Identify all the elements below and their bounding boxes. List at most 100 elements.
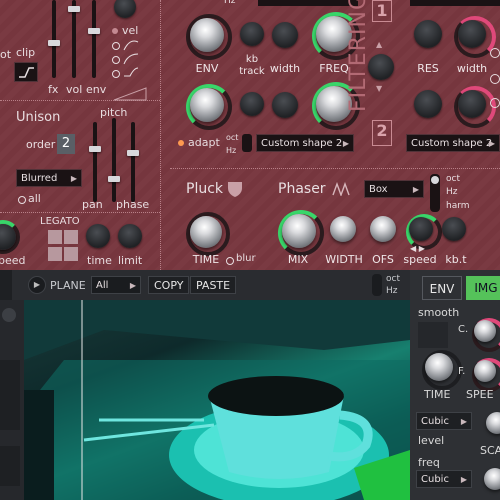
kb-track-knob[interactable] bbox=[240, 22, 264, 46]
filter-shape-dropdown-2[interactable]: Custom shape 2 ▶ bbox=[406, 134, 500, 152]
time-right-label: TIME bbox=[424, 388, 451, 401]
interp-value-2: Cubic bbox=[421, 474, 449, 485]
env-slider-thumb[interactable] bbox=[88, 28, 100, 34]
oct-hz-switch[interactable] bbox=[242, 134, 252, 152]
curve-radio-3[interactable] bbox=[112, 70, 120, 78]
tab-img[interactable]: IMG bbox=[466, 276, 500, 300]
width-2-knob[interactable] bbox=[458, 20, 486, 48]
c-knob[interactable] bbox=[474, 320, 496, 342]
fx-label: fx bbox=[48, 83, 59, 96]
fx-slider[interactable] bbox=[52, 0, 56, 78]
pitch-slider-thumb[interactable] bbox=[108, 176, 120, 182]
curve-radio-1[interactable] bbox=[112, 42, 120, 50]
interp-dropdown-2[interactable]: Cubic ▶ bbox=[416, 470, 472, 488]
legato-mode-4[interactable] bbox=[64, 247, 78, 261]
legato-mode-2[interactable] bbox=[64, 230, 78, 244]
adapt-led[interactable] bbox=[178, 140, 184, 146]
res-knob-2[interactable] bbox=[414, 90, 442, 118]
curve-shape-icons bbox=[123, 40, 139, 77]
width-3-knob[interactable] bbox=[458, 90, 486, 118]
filter-slot-2[interactable]: 2 bbox=[372, 120, 392, 146]
sca-knob[interactable] bbox=[486, 412, 500, 434]
all-radio[interactable] bbox=[18, 196, 26, 204]
limit-knob[interactable] bbox=[118, 224, 142, 248]
hz-label-bar: Hz bbox=[386, 286, 398, 296]
filter-shape-value-1: Custom shape 2 bbox=[261, 138, 343, 149]
harm-label: harm bbox=[446, 201, 470, 211]
width-phaser-knob[interactable] bbox=[330, 216, 356, 242]
blur-radio[interactable] bbox=[226, 257, 234, 265]
kbt-knob[interactable] bbox=[442, 217, 466, 241]
filter-slot-1[interactable]: 1 bbox=[372, 0, 392, 22]
left-strip bbox=[0, 300, 24, 500]
pan-slider-thumb[interactable] bbox=[89, 146, 101, 152]
time-knob-right[interactable] bbox=[425, 353, 453, 381]
vol-slider-thumb[interactable] bbox=[68, 6, 80, 12]
smooth-field[interactable] bbox=[418, 322, 448, 348]
res-label: RES bbox=[417, 62, 439, 75]
curve-radio-2[interactable] bbox=[112, 56, 120, 64]
legato-mode-1[interactable] bbox=[48, 230, 62, 244]
time-small-knob[interactable] bbox=[86, 224, 110, 248]
filter-shape-dropdown-1[interactable]: Custom shape 2 ▶ bbox=[256, 134, 354, 152]
clip-toggle[interactable] bbox=[14, 62, 38, 82]
fx-slider-thumb[interactable] bbox=[48, 40, 60, 46]
down-arrow-icon[interactable]: ▼ bbox=[376, 84, 382, 93]
right-radio-1[interactable] bbox=[490, 48, 500, 58]
kb-track-knob-2[interactable] bbox=[240, 92, 264, 116]
oct-2-label: oct bbox=[446, 174, 460, 184]
time-label: time bbox=[87, 254, 112, 267]
phase-slider-thumb[interactable] bbox=[127, 150, 139, 156]
pitch-slider[interactable] bbox=[112, 118, 116, 202]
speed-arrows-icon: ◀ ▶ bbox=[410, 244, 425, 253]
phaser-mode-dropdown[interactable]: Box ▶ bbox=[364, 180, 424, 198]
env-knob[interactable] bbox=[190, 18, 224, 52]
order-value[interactable]: 2 bbox=[57, 134, 75, 154]
paste-button[interactable]: PASTE bbox=[190, 276, 237, 294]
hz-label: Hz bbox=[224, 0, 236, 6]
tab-env[interactable]: ENV bbox=[422, 276, 462, 300]
image-canvas[interactable] bbox=[24, 300, 410, 500]
pan-slider[interactable] bbox=[93, 122, 97, 202]
oct-hz-harm-switch[interactable] bbox=[430, 174, 440, 212]
blur-mode-dropdown[interactable]: Blurred ▶ bbox=[16, 169, 82, 187]
top-display-field[interactable] bbox=[258, 0, 358, 6]
pluck-title: Pluck bbox=[186, 181, 224, 197]
lower-knob[interactable] bbox=[484, 468, 500, 490]
plane-label: PLANE bbox=[50, 279, 86, 292]
top-display-field-2[interactable] bbox=[410, 0, 500, 6]
up-arrow-icon[interactable]: ▲ bbox=[376, 40, 382, 49]
phase-slider[interactable] bbox=[131, 122, 135, 202]
width-knob-2[interactable] bbox=[272, 92, 298, 118]
left-strip-knob[interactable] bbox=[2, 308, 16, 322]
mix-knob[interactable] bbox=[282, 214, 316, 248]
play-icon[interactable]: ▶ bbox=[28, 276, 46, 294]
right-radio-3[interactable] bbox=[490, 98, 500, 108]
divider bbox=[160, 0, 162, 270]
res-knob[interactable] bbox=[414, 20, 442, 48]
ofs-knob[interactable] bbox=[370, 216, 396, 242]
top-small-knob[interactable] bbox=[114, 0, 136, 18]
f-knob[interactable] bbox=[474, 360, 496, 382]
time-knob-label: TIME bbox=[192, 253, 220, 266]
left-strip-panel-2 bbox=[0, 446, 20, 486]
width-knob[interactable] bbox=[272, 22, 298, 48]
time-knob[interactable] bbox=[190, 216, 222, 248]
oct-hz-toggle[interactable] bbox=[372, 274, 382, 296]
speed-phaser-knob[interactable] bbox=[409, 217, 433, 241]
all-label: all bbox=[28, 192, 41, 205]
legato-mode-3[interactable] bbox=[48, 247, 62, 261]
plane-dropdown[interactable]: All ▶ bbox=[91, 276, 141, 294]
c-label: C. bbox=[458, 324, 469, 335]
blur-label: blur bbox=[236, 253, 256, 264]
env-knob-2[interactable] bbox=[190, 88, 224, 122]
divider bbox=[0, 212, 160, 213]
level-label: level bbox=[418, 434, 445, 447]
env-slider[interactable] bbox=[92, 0, 96, 78]
routing-knob[interactable] bbox=[368, 54, 394, 80]
vel-radio[interactable] bbox=[112, 28, 118, 34]
width-label: width bbox=[269, 62, 301, 75]
interp-dropdown-1[interactable]: Cubic ▶ bbox=[416, 412, 472, 430]
right-radio-2[interactable] bbox=[490, 74, 500, 84]
copy-button[interactable]: COPY bbox=[148, 276, 190, 294]
